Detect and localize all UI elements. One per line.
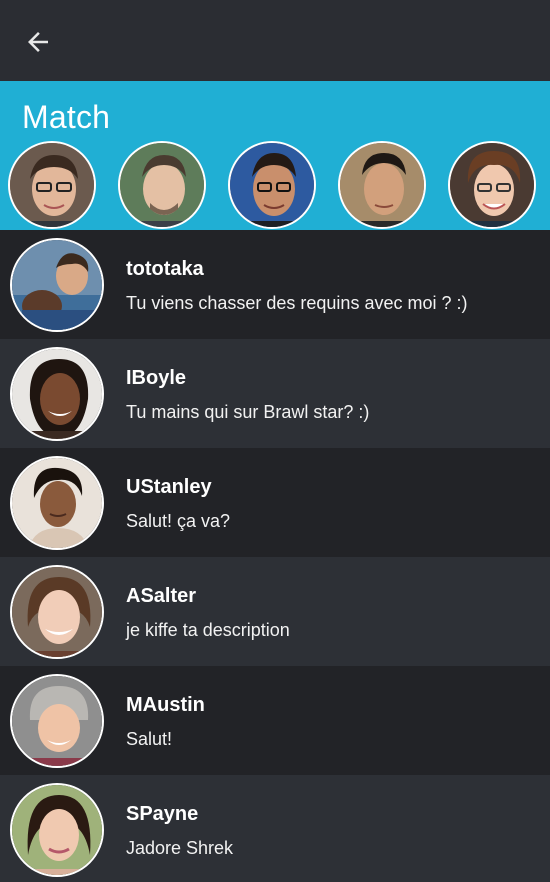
user-avatar-icon (12, 785, 102, 875)
match-title: Match (22, 99, 111, 135)
match-avatar[interactable] (228, 141, 316, 229)
conversation-name: MAustin (126, 694, 205, 716)
back-button[interactable] (18, 22, 58, 62)
conversation-name: SPayne (126, 803, 199, 825)
user-avatar-icon (12, 676, 102, 766)
match-section: Match (0, 81, 550, 230)
conversation-avatar (10, 456, 104, 550)
conversation-last-message: je kiffe ta description (126, 620, 290, 640)
conversation-row[interactable]: tototaka Tu viens chasser des requins av… (0, 230, 550, 339)
conversation-row[interactable]: SPayne Jadore Shrek (0, 775, 550, 882)
match-avatar[interactable] (448, 141, 536, 229)
match-avatar-strip (0, 141, 550, 229)
conversation-row[interactable]: IBoyle Tu mains qui sur Brawl star? :) (0, 339, 550, 448)
conversation-last-message: Tu mains qui sur Brawl star? :) (126, 402, 370, 422)
match-avatar[interactable] (118, 141, 206, 229)
user-avatar-icon (450, 143, 534, 227)
match-avatar[interactable] (8, 141, 96, 229)
conversation-row[interactable]: UStanley Salut! ça va? (0, 448, 550, 557)
conversation-name: ASalter (126, 585, 197, 607)
user-avatar-icon (12, 240, 102, 330)
conversation-last-message: Tu viens chasser des requins avec moi ? … (126, 293, 468, 313)
top-app-bar (0, 0, 550, 81)
conversation-avatar (10, 565, 104, 659)
conversation-avatar (10, 238, 104, 332)
conversation-name: UStanley (126, 476, 212, 498)
conversation-list: tototaka Tu viens chasser des requins av… (0, 230, 550, 882)
conversation-avatar (10, 347, 104, 441)
user-avatar-icon (12, 349, 102, 439)
conversation-avatar (10, 674, 104, 768)
user-avatar-icon (12, 567, 102, 657)
conversation-name: IBoyle (126, 367, 187, 389)
arrow-left-icon (28, 32, 48, 52)
conversation-row[interactable]: ASalter je kiffe ta description (0, 557, 550, 666)
user-avatar-icon (120, 143, 204, 227)
conversation-name: tototaka (126, 258, 204, 280)
conversation-avatar (10, 783, 104, 877)
user-avatar-icon (340, 143, 424, 227)
conversation-last-message: Jadore Shrek (126, 838, 234, 858)
user-avatar-icon (10, 143, 94, 227)
user-avatar-icon (12, 458, 102, 548)
conversation-row[interactable]: MAustin Salut! (0, 666, 550, 775)
match-avatar[interactable] (338, 141, 426, 229)
user-avatar-icon (230, 143, 314, 227)
conversation-last-message: Salut! ça va? (126, 511, 231, 531)
conversation-last-message: Salut! (126, 729, 173, 749)
